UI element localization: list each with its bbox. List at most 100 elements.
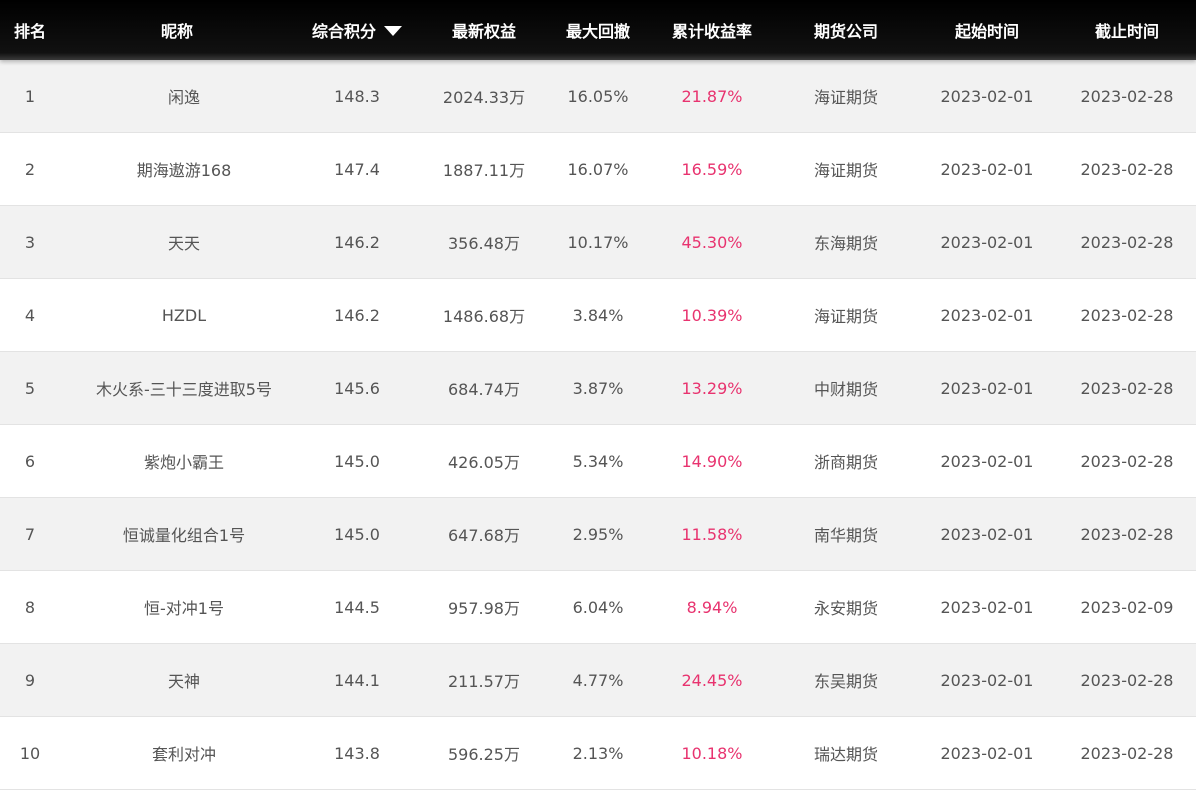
equity-cell: 957.98万: [448, 599, 520, 618]
table-row[interactable]: 6 紫炮小霸王 145.0 426.05万 5.34% 14.90% 浙商期货 …: [0, 425, 1196, 498]
table-row[interactable]: 1 闲逸 148.3 2024.33万 16.05% 21.87% 海证期货 2…: [0, 60, 1196, 133]
start-date-cell: 2023-02-01: [940, 597, 1034, 617]
start-date-cell: 2023-02-01: [940, 670, 1034, 690]
equity-cell: 647.68万: [448, 526, 520, 545]
name-cell[interactable]: 紫炮小霸王: [60, 425, 294, 497]
name-text: 期海遨游168: [136, 161, 232, 180]
start-date-cell: 2023-02-01: [940, 159, 1034, 179]
name-cell[interactable]: 恒诚量化组合1号: [60, 498, 294, 570]
score-cell: 144.1: [334, 670, 380, 690]
start-date-cell: 2023-02-01: [940, 232, 1034, 252]
equity-cell: 356.48万: [448, 234, 520, 253]
drawdown-cell: 3.84%: [572, 305, 624, 325]
equity-cell: 1486.68万: [442, 307, 526, 326]
name-text: 恒诚量化组合1号: [122, 526, 246, 545]
name-cell[interactable]: 恒-对冲1号: [60, 571, 294, 643]
end-date-cell: 2023-02-28: [1080, 524, 1174, 544]
rank-cell: 9: [24, 670, 36, 690]
return-cell: 45.30%: [681, 232, 743, 252]
rank-cell: 7: [24, 524, 36, 544]
table-row[interactable]: 8 恒-对冲1号 144.5 957.98万 6.04% 8.94% 永安期货 …: [0, 571, 1196, 644]
name-cell[interactable]: 木火系-三十三度进取5号: [60, 352, 294, 424]
name-text: 天天: [167, 234, 200, 253]
equity-cell: 2024.33万: [442, 88, 526, 107]
header-score[interactable]: 综合积分: [294, 0, 420, 60]
header-name[interactable]: 昵称: [60, 0, 294, 60]
rank-cell: 6: [24, 451, 36, 471]
table-row[interactable]: 4 HZDL 146.2 1486.68万 3.84% 10.39% 海证期货 …: [0, 279, 1196, 352]
name-text: 天神: [167, 672, 200, 691]
equity-cell: 211.57万: [448, 672, 520, 691]
table-row[interactable]: 7 恒诚量化组合1号 145.0 647.68万 2.95% 11.58% 南华…: [0, 498, 1196, 571]
drawdown-cell: 2.13%: [572, 743, 624, 763]
start-date-cell: 2023-02-01: [940, 743, 1034, 763]
rank-cell: 4: [24, 305, 36, 325]
end-date-cell: 2023-02-09: [1080, 597, 1174, 617]
name-text: 恒-对冲1号: [144, 599, 224, 618]
name-text: HZDL: [161, 305, 207, 325]
equity-cell: 684.74万: [448, 380, 520, 399]
rank-cell: 2: [24, 159, 36, 179]
company-cell: 南华期货: [813, 526, 878, 545]
company-cell: 永安期货: [813, 599, 878, 618]
score-cell: 146.2: [334, 305, 380, 325]
equity-cell: 596.25万: [448, 745, 520, 764]
company-cell: 东海期货: [813, 234, 878, 253]
end-date-cell: 2023-02-28: [1080, 378, 1174, 398]
equity-cell: 426.05万: [448, 453, 520, 472]
start-date-cell: 2023-02-01: [940, 524, 1034, 544]
table-row[interactable]: 10 套利对冲 143.8 596.25万 2.13% 10.18% 瑞达期货 …: [0, 717, 1196, 790]
end-date-cell: 2023-02-28: [1080, 670, 1174, 690]
rank-cell: 10: [19, 743, 41, 763]
end-date-cell: 2023-02-28: [1080, 232, 1174, 252]
start-date-cell: 2023-02-01: [940, 86, 1034, 106]
start-date-cell: 2023-02-01: [940, 378, 1034, 398]
header-return[interactable]: 累计收益率: [648, 0, 776, 60]
header-end[interactable]: 截止时间: [1058, 0, 1196, 60]
drawdown-cell: 16.07%: [567, 159, 629, 179]
table-body: 1 闲逸 148.3 2024.33万 16.05% 21.87% 海证期货 2…: [0, 60, 1196, 790]
return-cell: 13.29%: [681, 378, 743, 398]
name-cell[interactable]: 天神: [60, 644, 294, 716]
score-cell: 147.4: [334, 159, 380, 179]
end-date-cell: 2023-02-28: [1080, 86, 1174, 106]
ranking-table: 排名 昵称 综合积分 最新权益 最大回撤 累计收益率 期货公司 起始时间 截止时…: [0, 0, 1196, 790]
table-row[interactable]: 9 天神 144.1 211.57万 4.77% 24.45% 东吴期货 202…: [0, 644, 1196, 717]
return-cell: 10.39%: [681, 305, 743, 325]
table-row[interactable]: 2 期海遨游168 147.4 1887.11万 16.07% 16.59% 海…: [0, 133, 1196, 206]
drawdown-cell: 16.05%: [567, 86, 629, 106]
name-cell[interactable]: 闲逸: [60, 60, 294, 132]
header-drawdown[interactable]: 最大回撤: [548, 0, 648, 60]
return-cell: 21.87%: [681, 86, 743, 106]
name-cell[interactable]: 期海遨游168: [60, 133, 294, 205]
table-header: 排名 昵称 综合积分 最新权益 最大回撤 累计收益率 期货公司 起始时间 截止时…: [0, 0, 1196, 60]
return-cell: 14.90%: [681, 451, 743, 471]
drawdown-cell: 3.87%: [572, 378, 624, 398]
header-start[interactable]: 起始时间: [916, 0, 1058, 60]
score-cell: 145.0: [334, 451, 380, 471]
return-cell: 11.58%: [681, 524, 743, 544]
header-equity[interactable]: 最新权益: [420, 0, 548, 60]
header-rank[interactable]: 排名: [0, 0, 60, 60]
company-cell: 中财期货: [813, 380, 878, 399]
return-cell: 16.59%: [681, 159, 743, 179]
sort-down-icon[interactable]: [384, 26, 402, 36]
table-row[interactable]: 5 木火系-三十三度进取5号 145.6 684.74万 3.87% 13.29…: [0, 352, 1196, 425]
score-cell: 145.6: [334, 378, 380, 398]
drawdown-cell: 2.95%: [572, 524, 624, 544]
score-cell: 145.0: [334, 524, 380, 544]
rank-cell: 1: [24, 86, 36, 106]
end-date-cell: 2023-02-28: [1080, 743, 1174, 763]
name-cell[interactable]: 套利对冲: [60, 717, 294, 789]
name-cell[interactable]: HZDL: [60, 279, 294, 351]
drawdown-cell: 6.04%: [572, 597, 624, 617]
table-row[interactable]: 3 天天 146.2 356.48万 10.17% 45.30% 东海期货 20…: [0, 206, 1196, 279]
start-date-cell: 2023-02-01: [940, 305, 1034, 325]
header-company[interactable]: 期货公司: [776, 0, 916, 60]
score-cell: 148.3: [334, 86, 380, 106]
drawdown-cell: 4.77%: [572, 670, 624, 690]
name-cell[interactable]: 天天: [60, 206, 294, 278]
name-text: 套利对冲: [151, 745, 216, 764]
name-text: 紫炮小霸王: [143, 453, 224, 472]
rank-cell: 3: [24, 232, 36, 252]
